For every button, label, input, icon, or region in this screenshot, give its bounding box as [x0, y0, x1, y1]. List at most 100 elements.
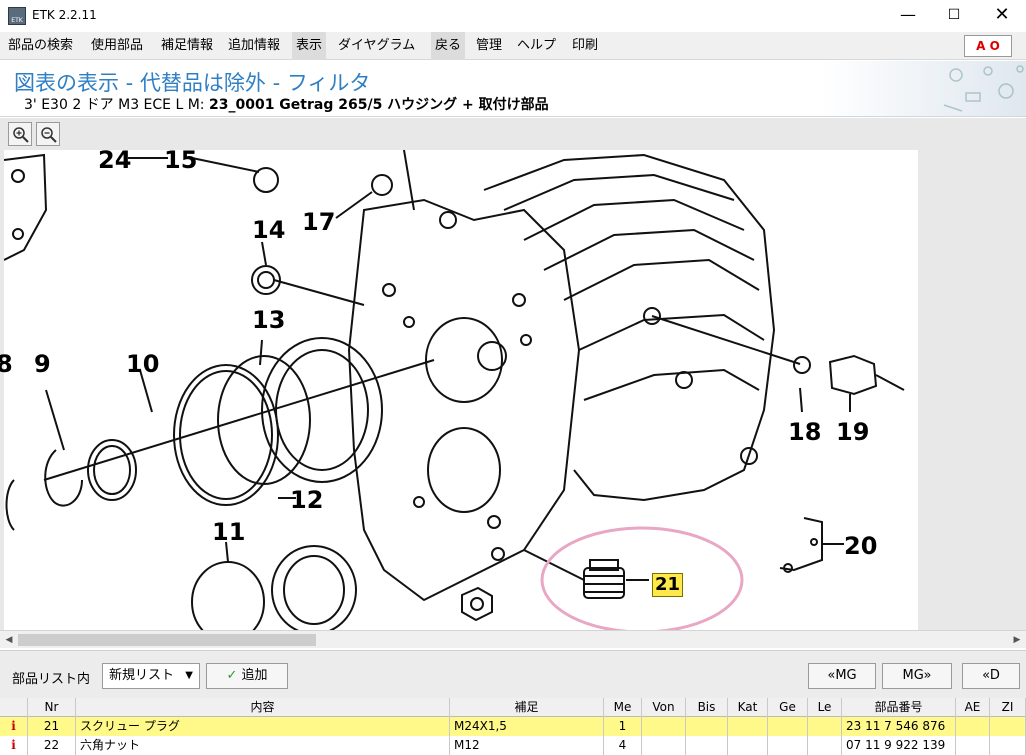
col-info[interactable]	[0, 698, 28, 717]
callout-8[interactable]: 8	[0, 350, 13, 378]
page-title: 図表の表示 - 代替品は除外 - フィルタ	[14, 71, 371, 95]
cell-bis	[686, 717, 728, 736]
table-row[interactable]: i 22 六角ナット M12 4 07 11 9 922 139	[0, 736, 1026, 755]
col-supplement[interactable]: 補足	[450, 698, 604, 717]
col-le[interactable]: Le	[808, 698, 842, 717]
cell-ge	[768, 717, 808, 736]
add-button[interactable]: ✓ 追加	[206, 663, 288, 689]
cell-ae	[956, 717, 990, 736]
col-bis[interactable]: Bis	[686, 698, 728, 717]
diagram-viewport[interactable]: 24 15 17 14 13 10 9 8 18 19 12 11 20 21	[0, 150, 1026, 630]
app-icon: ETK	[8, 7, 26, 25]
menu-help[interactable]: ヘルプ	[513, 32, 560, 60]
callout-11[interactable]: 11	[212, 518, 245, 546]
page-header: 図表の表示 - 代替品は除外 - フィルタ 3' E30 2 ドア M3 ECE…	[0, 61, 1026, 117]
table-header-row: Nr 内容 補足 Me Von Bis Kat Ge Le 部品番号 AE ZI	[0, 698, 1026, 717]
cell-zi	[990, 717, 1026, 736]
info-icon[interactable]: i	[0, 717, 28, 736]
zoom-out-icon	[41, 127, 57, 143]
col-ge[interactable]: Ge	[768, 698, 808, 717]
prev-mg-button[interactable]: «MG	[808, 663, 876, 689]
cell-nr: 22	[28, 736, 76, 755]
menu-parts-search[interactable]: 部品の検索	[4, 32, 77, 60]
minimize-button[interactable]: —	[888, 4, 928, 28]
menu-back[interactable]: 戻る	[431, 32, 466, 60]
parts-list-select[interactable]: 新規リスト ▼	[102, 663, 200, 689]
cell-le	[808, 736, 842, 755]
cell-me: 1	[604, 717, 642, 736]
menu-print[interactable]: 印刷	[568, 32, 602, 60]
callout-19[interactable]: 19	[836, 418, 869, 446]
col-kat[interactable]: Kat	[728, 698, 768, 717]
cell-zi	[990, 736, 1026, 755]
callout-14[interactable]: 14	[252, 216, 285, 244]
callout-10[interactable]: 10	[126, 350, 159, 378]
scroll-left-arrow-icon[interactable]: ◀	[2, 633, 16, 647]
cell-supplement: M12	[450, 736, 604, 755]
cell-me: 4	[604, 736, 642, 755]
menu-used-parts[interactable]: 使用部品	[87, 32, 147, 60]
menu-additional-info[interactable]: 追加情報	[224, 32, 284, 60]
menu-view[interactable]: 表示	[292, 32, 327, 60]
callout-13[interactable]: 13	[252, 306, 285, 334]
callout-18[interactable]: 18	[788, 418, 821, 446]
gearbox-housing-drawing	[3, 150, 905, 630]
callout-24[interactable]: 24	[98, 150, 131, 174]
cell-le	[808, 717, 842, 736]
add-button-label: 追加	[241, 668, 268, 683]
col-zi[interactable]: ZI	[990, 698, 1026, 717]
diagram-horizontal-scrollbar[interactable]: ◀ ▶	[0, 630, 1026, 648]
window-title: ETK 2.2.11	[32, 8, 97, 22]
prev-d-button[interactable]: «D	[962, 663, 1020, 689]
callout-12[interactable]: 12	[290, 486, 323, 514]
menu-admin[interactable]: 管理	[472, 32, 506, 60]
cell-kat	[728, 717, 768, 736]
scroll-right-arrow-icon[interactable]: ▶	[1010, 633, 1024, 647]
cell-kat	[728, 736, 768, 755]
cell-nr: 21	[28, 717, 76, 736]
info-icon[interactable]: i	[0, 736, 28, 755]
callout-21-selected[interactable]: 21	[652, 573, 684, 597]
callout-15[interactable]: 15	[164, 150, 197, 174]
cell-ge	[768, 736, 808, 755]
zoom-out-button[interactable]	[36, 122, 60, 146]
cell-ae	[956, 736, 990, 755]
zoom-in-icon	[13, 127, 29, 143]
callout-20[interactable]: 20	[844, 532, 877, 560]
menu-diagram[interactable]: ダイヤグラム	[334, 32, 419, 60]
col-von[interactable]: Von	[642, 698, 686, 717]
vehicle-info: 3' E30 2 ドア M3 ECE L M:	[24, 97, 209, 113]
parts-list-label: 部品リスト内	[12, 672, 91, 687]
parts-list-controls: 部品リスト内 新規リスト ▼ ✓ 追加 «MG MG» «D	[0, 650, 1026, 698]
cell-bis	[686, 736, 728, 755]
parts-table: Nr 内容 補足 Me Von Bis Kat Ge Le 部品番号 AE ZI…	[0, 698, 1026, 755]
col-me[interactable]: Me	[604, 698, 642, 717]
menu-supplement-info[interactable]: 補足情報	[157, 32, 217, 60]
table-row[interactable]: i 21 スクリュー プラグ M24X1,5 1 23 11 7 546 876	[0, 717, 1026, 736]
col-ae[interactable]: AE	[956, 698, 990, 717]
col-description[interactable]: 内容	[76, 698, 450, 717]
exploded-view-diagram[interactable]: 24 15 17 14 13 10 9 8 18 19 12 11 20 21	[0, 150, 918, 630]
col-part-number[interactable]: 部品番号	[842, 698, 956, 717]
close-button[interactable]: ✕	[982, 4, 1022, 28]
brand-logo: A O	[964, 35, 1012, 57]
callout-9[interactable]: 9	[34, 350, 51, 378]
maximize-button[interactable]: ☐	[934, 4, 974, 28]
cell-part-number: 23 11 7 546 876	[842, 717, 956, 736]
diagram-toolbar	[0, 118, 1026, 150]
group-name: 23_0001 Getrag 265/5 ハウジング + 取付け部品	[208, 97, 549, 113]
callout-17[interactable]: 17	[302, 208, 335, 236]
parts-list-select-value: 新規リスト	[109, 668, 175, 683]
scrollbar-thumb[interactable]	[18, 634, 316, 646]
zoom-in-button[interactable]	[8, 122, 32, 146]
cell-description: 六角ナット	[76, 736, 450, 755]
menu-bar: 部品の検索 使用部品 補足情報 追加情報 表示 ダイヤグラム 戻る 管理 ヘルプ…	[0, 32, 1026, 60]
next-mg-button[interactable]: MG»	[882, 663, 952, 689]
cell-supplement: M24X1,5	[450, 717, 604, 736]
cell-von	[642, 736, 686, 755]
col-nr[interactable]: Nr	[28, 698, 76, 717]
page-subtitle: 3' E30 2 ドア M3 ECE L M: 23_0001 Getrag 2…	[24, 94, 549, 114]
header-parts-decoration	[943, 65, 1024, 112]
title-bar: ETK ETK 2.2.11 — ☐ ✕	[0, 0, 1026, 32]
cell-part-number: 07 11 9 922 139	[842, 736, 956, 755]
